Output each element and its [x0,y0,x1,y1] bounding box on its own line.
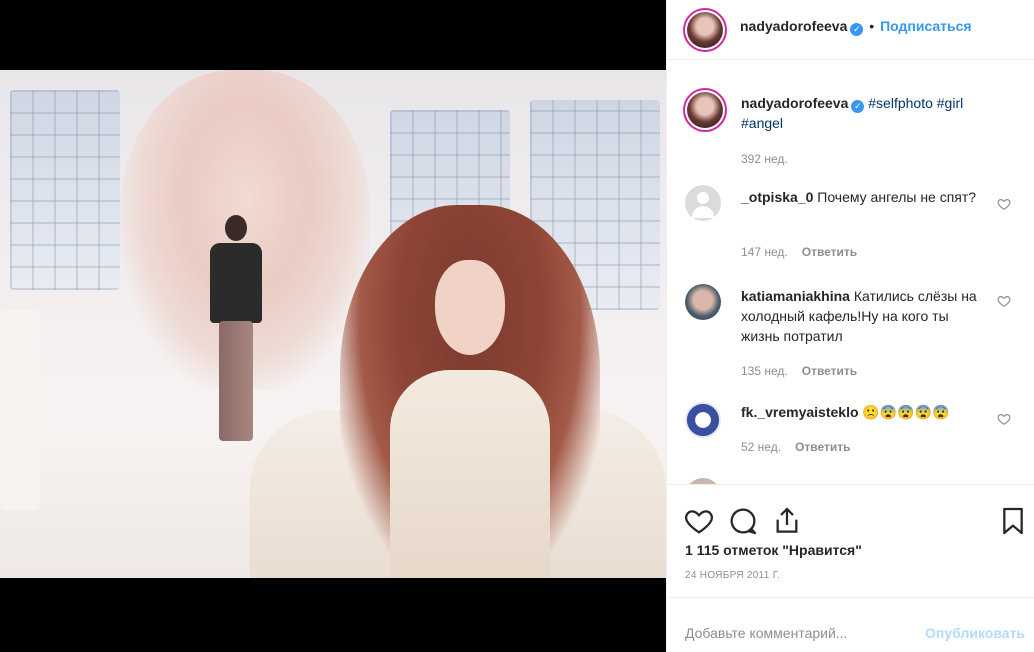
commenter-avatar[interactable] [685,284,721,320]
comment-like-heart-icon[interactable] [997,294,1011,308]
post-actions: 1 115 отметок "Нравится" 24 ноября 2011 … [667,485,1034,605]
post-date[interactable]: 24 ноября 2011 г. [685,570,780,581]
post-viewer: nadyadorofeeva ✓ • Подписаться nadyadorof… [0,0,1034,652]
verified-badge-icon: ✓ [851,100,865,113]
share-icon[interactable] [771,505,803,537]
comment-meta: 135 нед. Ответить [741,360,857,381]
add-comment-bar: Добавьте комментарий... Опубликовать [667,597,1034,652]
reply-button[interactable]: Ответить [802,245,857,259]
subject-person [340,205,600,578]
hashtag-link[interactable]: #selfphoto [868,95,933,111]
publish-button[interactable]: Опубликовать [925,625,1025,641]
caption-username[interactable]: nadyadorofeeva [741,95,848,111]
comment-time[interactable]: 52 нед. [741,440,781,454]
caption-avatar[interactable] [683,88,727,132]
post-sidebar: nadyadorofeeva ✓ • Подписаться nadyadorof… [666,0,1034,652]
background-window [10,90,120,290]
comment-text: Почему ангелы не спят? [817,189,977,205]
reply-button[interactable]: Ответить [795,440,850,454]
comment-time[interactable]: 135 нед. [741,364,788,378]
comment-time[interactable]: 147 нед. [741,245,788,259]
caption-time[interactable]: 392 нед. [741,149,788,169]
bookmark-icon[interactable] [997,505,1029,537]
comment-like-heart-icon[interactable] [997,412,1011,426]
reply-button[interactable]: Ответить [802,364,857,378]
comment-bubble-icon[interactable] [727,505,759,537]
comment-text: 🙁😨😨😨😨 [862,404,950,420]
comment-like-heart-icon[interactable] [997,197,1011,211]
comment-input[interactable]: Добавьте комментарий... [685,625,847,641]
background-person [205,215,265,445]
comments-list[interactable]: nadyadorofeeva ✓ #selfphoto #girl #angel … [667,60,1034,485]
post-media[interactable] [0,0,666,652]
hashtag-link[interactable]: #girl [937,95,963,111]
background-blur [0,310,40,510]
comment-meta: 52 нед. Ответить [741,436,851,457]
comment-meta: 147 нед. Ответить [741,241,857,262]
comment-username[interactable]: fk._vremyaisteklo [741,404,859,420]
likes-count[interactable]: 1 115 отметок "Нравится" [685,542,862,558]
post-photo[interactable] [0,70,666,578]
author-username[interactable]: nadyadorofeeva [740,18,847,34]
commenter-avatar[interactable] [685,478,721,484]
verified-badge-icon: ✓ [850,23,864,36]
header-line: nadyadorofeeva ✓ • Подписаться [740,18,972,36]
author-avatar[interactable] [683,8,727,52]
follow-button[interactable]: Подписаться [880,18,972,34]
comment-username[interactable]: katiamaniakhina [741,288,850,304]
post-header: nadyadorofeeva ✓ • Подписаться [667,0,1034,60]
comment-username[interactable]: _otpiska_0 [741,189,813,205]
heart-icon[interactable] [683,505,715,537]
commenter-avatar[interactable] [685,402,721,438]
header-separator: • [869,18,875,34]
hashtag-link[interactable]: #angel [741,115,783,131]
commenter-avatar[interactable] [685,185,721,221]
